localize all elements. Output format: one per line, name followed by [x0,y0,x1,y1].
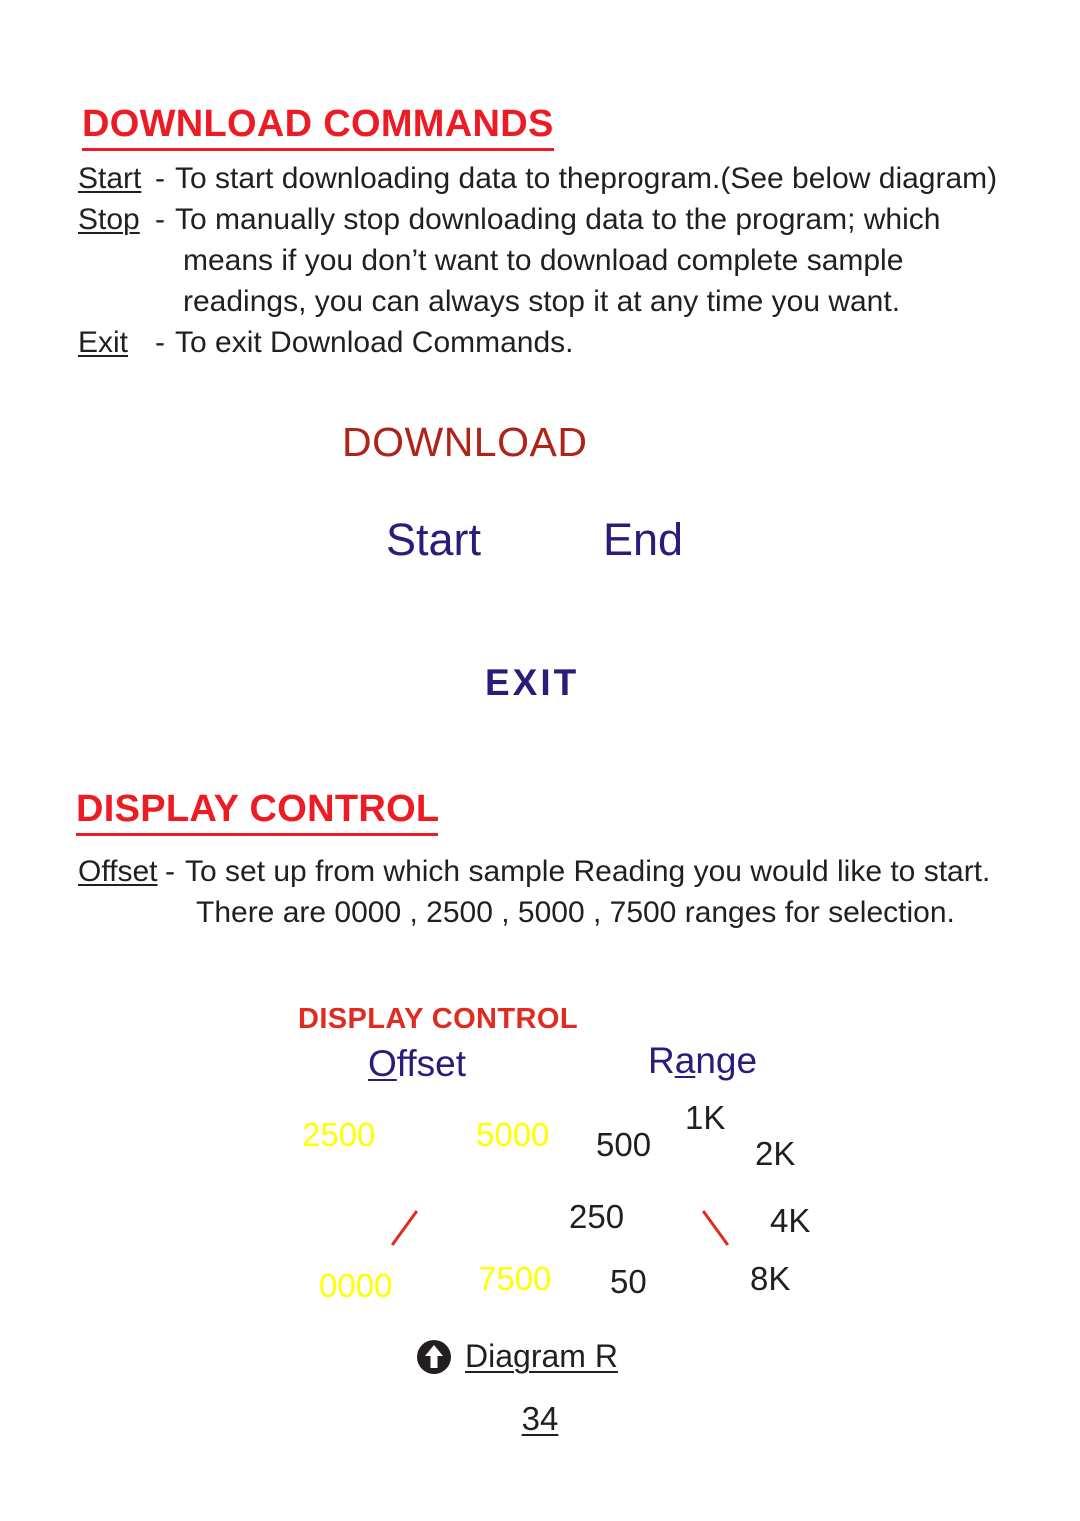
range-value[interactable]: 8K [750,1260,790,1298]
display-control-column-label-offset[interactable]: Offset [368,1043,466,1085]
definition-list-display-control: Offset - To set up from which sample Rea… [78,851,1038,933]
range-label-rest: nge [695,1040,758,1081]
definition-row: Exit - To exit Download Commands. [78,322,1038,363]
range-value[interactable]: 2K [755,1135,795,1173]
heading-underline-rule [82,148,554,151]
heading-underline-rule [76,833,438,836]
range-value[interactable]: 1K [685,1099,725,1137]
download-diagram: DOWNLOAD Start End EXIT [300,404,770,724]
arrow-up-circle-icon [417,1339,451,1374]
definition-continuation-line: readings, you can always stop it at any … [183,285,901,318]
definition-term: Offset [78,855,158,888]
offset-value[interactable]: 2500 [302,1116,375,1154]
definition-row: Offset - To set up from which sample Rea… [78,851,1038,892]
definition-dash: - [165,855,175,888]
section-heading-download-commands: DOWNLOAD COMMANDS [82,103,554,151]
section-heading-text: DOWNLOAD COMMANDS [82,103,554,145]
display-control-column-label-range[interactable]: Range [648,1040,757,1082]
page-number: 34 [0,1400,1080,1438]
document-page: DOWNLOAD COMMANDS Start - To start downl… [0,0,1080,1521]
definition-row: Stop - To manually stop downloading data… [78,199,1038,240]
range-label-lead-letter: R [648,1040,675,1081]
range-value[interactable]: 250 [569,1198,624,1236]
definition-continuation-line: means if you don’t want to download comp… [183,244,904,277]
diagram-caption: Diagram R [416,1338,618,1375]
range-dial-pointer-tick [701,1210,730,1246]
definition-description: To exit Download Commands. [175,326,574,359]
definition-dash: - [155,326,165,359]
range-value[interactable]: 4K [770,1202,810,1240]
definition-description: To set up from which sample Reading you … [185,855,991,888]
definition-dash: - [155,203,165,236]
download-diagram-title: DOWNLOAD [342,419,588,465]
section-heading-text: DISPLAY CONTROL [76,788,440,830]
display-control-diagram: DISPLAY CONTROL Offset Range 2500 5000 0… [280,995,850,1325]
definition-term: Stop [78,203,140,236]
offset-label-lead-letter: O [368,1043,397,1084]
definition-term: Exit [78,326,129,359]
definition-term: Start [78,162,142,195]
download-diagram-node-end[interactable]: End [603,514,683,566]
definition-continuation-line: There are 0000 , 2500 , 5000 , 7500 rang… [196,896,955,929]
diagram-caption-label: Diagram R [465,1338,618,1374]
display-control-diagram-title: DISPLAY CONTROL [298,1003,578,1035]
range-label-mid-letter: a [674,1040,696,1081]
section-heading-display-control: DISPLAY CONTROL [76,788,439,836]
definition-row: Start - To start downloading data to the… [78,158,1038,199]
range-value[interactable]: 500 [596,1126,651,1164]
offset-label-rest: ffset [396,1043,467,1084]
definition-description: To manually stop downloading data to the… [175,203,941,236]
range-value[interactable]: 50 [610,1263,647,1301]
download-diagram-node-exit[interactable]: EXIT [485,662,579,704]
page-number-value: 34 [521,1400,559,1437]
definition-description: To start downloading data to theprogram.… [175,162,998,195]
definition-list-download-commands: Start - To start downloading data to the… [78,158,1038,363]
download-diagram-node-start[interactable]: Start [386,514,481,566]
definition-dash: - [155,162,165,195]
offset-value[interactable]: 7500 [478,1260,551,1298]
offset-dial-pointer-tick [390,1210,419,1246]
offset-value[interactable]: 0000 [319,1267,392,1305]
offset-value[interactable]: 5000 [476,1116,549,1154]
